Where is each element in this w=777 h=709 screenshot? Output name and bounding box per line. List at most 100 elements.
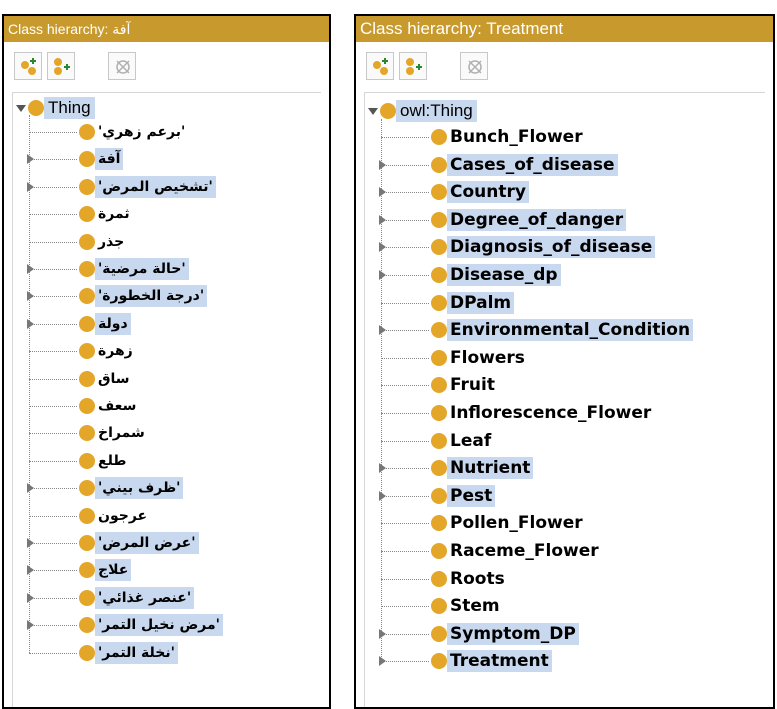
class-icon: [431, 156, 447, 173]
tree-item[interactable]: Roots: [431, 567, 508, 591]
tree-item[interactable]: 'مرض نخيل التمر': [79, 613, 223, 637]
expand-icon[interactable]: [27, 291, 34, 302]
expand-icon[interactable]: [379, 214, 386, 225]
tree-item[interactable]: DPalm: [431, 291, 515, 315]
tree-item[interactable]: Symptom_DP: [431, 622, 579, 646]
tree-item[interactable]: علاج: [79, 558, 132, 582]
add-subclass-button[interactable]: [366, 52, 394, 80]
delete-class-button[interactable]: [460, 52, 488, 80]
tree-item[interactable]: Disease_dp: [431, 263, 561, 287]
tree-item[interactable]: 'حالة مرضية': [79, 257, 189, 281]
class-label: Symptom_DP: [447, 622, 579, 645]
tree-branch-line: [381, 302, 429, 304]
tree-item[interactable]: Stem: [431, 594, 503, 618]
tree-item[interactable]: Pest: [431, 484, 496, 508]
add-sibling-class-button[interactable]: [47, 52, 75, 80]
tree-item[interactable]: Country: [431, 180, 529, 204]
tree-item[interactable]: Environmental_Condition: [431, 318, 694, 342]
tree-branch-line: [381, 468, 429, 470]
tree-item[interactable]: سعف: [79, 394, 139, 418]
tree-item[interactable]: Pollen_Flower: [431, 511, 586, 535]
tree-item[interactable]: 'تشخيص المرض': [79, 175, 216, 199]
tree-item[interactable]: Treatment: [431, 649, 552, 673]
tree-item[interactable]: Raceme_Flower: [431, 539, 602, 563]
class-icon: [431, 349, 447, 366]
class-label: طلع: [98, 452, 127, 469]
tree-item[interactable]: شمراخ: [79, 421, 148, 445]
class-label: Bunch_Flower: [450, 127, 583, 147]
expand-icon[interactable]: [379, 159, 386, 170]
tree-branch-line: [29, 186, 77, 188]
class-label: Environmental_Condition: [447, 319, 694, 342]
tree-root[interactable]: owl:Thing: [368, 99, 477, 123]
class-label: Degree_of_danger: [447, 208, 627, 231]
expand-icon[interactable]: [27, 264, 34, 274]
expand-icon[interactable]: [27, 318, 34, 329]
expand-icon[interactable]: [379, 270, 386, 280]
class-label: Country: [447, 181, 529, 204]
class-label: DPalm: [447, 291, 515, 314]
class-icon: [79, 425, 95, 442]
tree-item[interactable]: 'درجة الخطورة': [79, 284, 208, 308]
tree-branch-line: [381, 440, 429, 442]
tree-item[interactable]: Fruit: [431, 373, 498, 397]
tree-item[interactable]: جذر: [79, 230, 127, 254]
class-icon: [79, 507, 95, 524]
tree-branch-line: [29, 597, 77, 599]
class-label: عرجون: [98, 507, 148, 524]
tree-item[interactable]: 'عنصر غذائي': [79, 586, 195, 610]
class-label: 'عنصر غذائي': [95, 586, 195, 609]
panel-title: Class hierarchy: Treatment: [356, 16, 773, 42]
tree-item[interactable]: زهرة: [79, 339, 136, 363]
expand-icon[interactable]: [27, 620, 34, 631]
class-label: دولة: [95, 312, 131, 335]
class-icon: [431, 184, 447, 201]
class-label: جذر: [98, 233, 125, 250]
expand-icon[interactable]: [379, 490, 386, 501]
tree-item[interactable]: 'ظرف بيني': [79, 476, 184, 500]
tree-item[interactable]: طلع: [79, 449, 129, 473]
tree-item[interactable]: ثمرة: [79, 202, 133, 226]
add-sibling-class-button[interactable]: [399, 52, 427, 80]
expand-icon[interactable]: [27, 538, 34, 548]
tree-item[interactable]: آفة: [79, 147, 124, 171]
collapse-icon[interactable]: [368, 107, 378, 115]
tree-item[interactable]: دولة: [79, 312, 131, 336]
tree-branch-line: [29, 570, 77, 572]
tree-branch-line: [381, 357, 429, 359]
expand-icon[interactable]: [27, 154, 34, 165]
class-icon: [79, 589, 95, 606]
tree-item[interactable]: 'عرض المرض': [79, 531, 199, 555]
class-icon: [380, 103, 396, 119]
class-label: Cases_of_disease: [447, 153, 618, 176]
tree-item[interactable]: 'برعم زهري': [79, 120, 188, 144]
tree-item[interactable]: Cases_of_disease: [431, 153, 618, 177]
expand-icon[interactable]: [379, 325, 386, 336]
expand-icon[interactable]: [27, 565, 34, 576]
delete-class-button[interactable]: [108, 52, 136, 80]
expand-icon[interactable]: [379, 242, 386, 253]
expand-icon[interactable]: [27, 592, 34, 603]
tree-item[interactable]: Leaf: [431, 429, 494, 453]
expand-icon[interactable]: [379, 656, 386, 667]
expand-icon[interactable]: [27, 181, 34, 192]
tree-item[interactable]: Flowers: [431, 346, 528, 370]
tree-item[interactable]: Inflorescence_Flower: [431, 401, 654, 425]
tree-branch-line: [381, 192, 429, 194]
tree-item[interactable]: 'نخلة التمر': [79, 641, 178, 665]
tree-item[interactable]: ساق: [79, 367, 133, 391]
collapse-icon[interactable]: [16, 104, 26, 112]
expand-icon[interactable]: [379, 463, 386, 474]
expand-icon[interactable]: [379, 187, 386, 198]
tree-item[interactable]: عرجون: [79, 504, 150, 528]
tree-item[interactable]: Nutrient: [431, 456, 534, 480]
tree-item[interactable]: Degree_of_danger: [431, 208, 627, 232]
expand-icon[interactable]: [27, 483, 34, 494]
tree-item[interactable]: Bunch_Flower: [431, 125, 586, 149]
add-subclass-button[interactable]: [14, 52, 42, 80]
tree-root[interactable]: Thing: [16, 96, 95, 120]
tree-branch-line: [29, 323, 77, 325]
tree-branch-line: [29, 652, 77, 654]
tree-item[interactable]: Diagnosis_of_disease: [431, 235, 656, 259]
expand-icon[interactable]: [379, 628, 386, 639]
